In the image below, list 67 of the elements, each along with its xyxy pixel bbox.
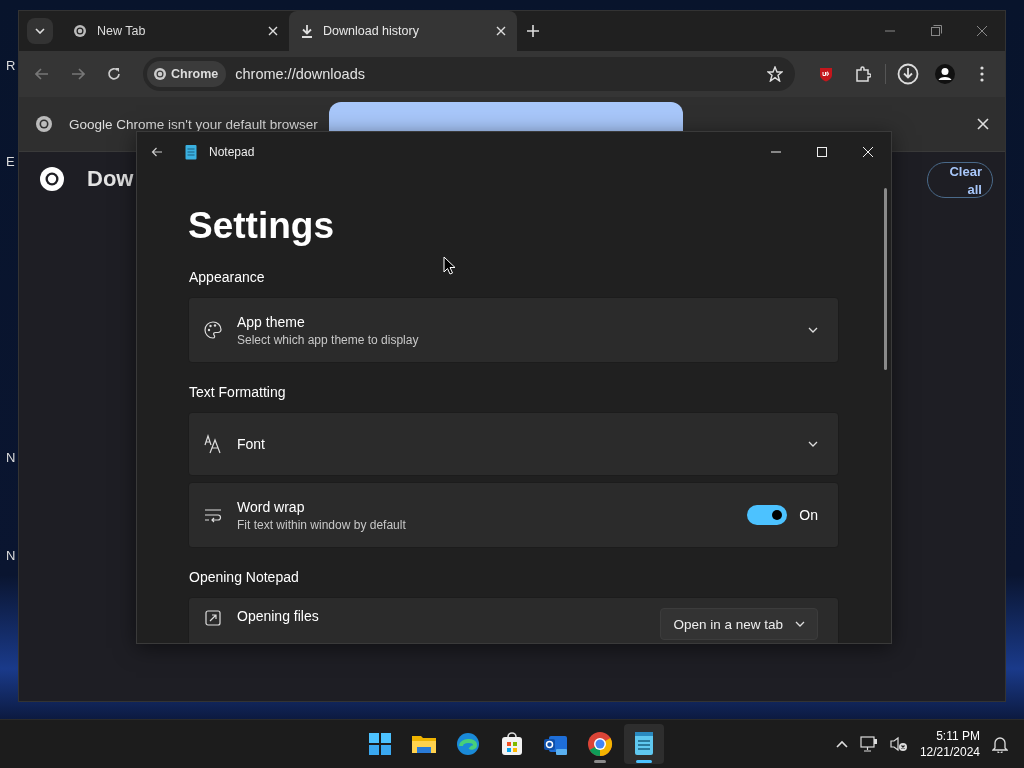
maximize-icon[interactable] — [816, 146, 828, 158]
back-icon[interactable] — [151, 147, 163, 157]
toggle-switch[interactable] — [747, 505, 788, 525]
forward-icon[interactable] — [71, 68, 85, 80]
edge-browser-icon[interactable] — [455, 731, 481, 757]
palette-icon — [203, 320, 223, 340]
shield-extension-icon[interactable] — [818, 66, 834, 82]
notepad-icon — [185, 144, 197, 160]
setting-label: Font — [237, 436, 266, 452]
network-icon[interactable] — [859, 736, 878, 752]
chrome-logo-icon — [39, 166, 65, 192]
toggle-state-label: On — [799, 507, 818, 523]
section-title: Text Formatting — [189, 384, 286, 400]
setting-label: App theme — [237, 313, 306, 330]
restore-icon[interactable] — [930, 25, 942, 37]
chrome-logo-icon — [153, 67, 167, 81]
chevron-up-icon[interactable] — [835, 740, 848, 748]
dropdown-field[interactable]: Open in a new tab — [660, 608, 818, 640]
puzzle-icon[interactable] — [855, 66, 871, 82]
scrollbar[interactable] — [884, 188, 887, 370]
menu-icon[interactable] — [980, 66, 984, 82]
address-text: chrome://downloads — [235, 66, 366, 82]
tab-search-button[interactable] — [27, 18, 53, 44]
section-title: Opening Notepad — [189, 569, 299, 585]
setting-card[interactable]: App theme Select which app theme to display — [188, 297, 839, 363]
store-bag-icon[interactable] — [499, 731, 525, 757]
setting-label: Word wrap — [237, 498, 306, 515]
star-icon[interactable] — [767, 66, 783, 82]
speaker-muted-icon[interactable] — [889, 736, 908, 752]
desktop-icon-label[interactable]: N — [6, 450, 16, 466]
caret-icon — [35, 28, 45, 34]
browser-tab[interactable]: New Tab — [61, 11, 289, 51]
setting-description: Fit text within window by default — [237, 517, 407, 532]
clock-time[interactable]: 5:11 PM — [936, 728, 980, 744]
chrome-logo-icon — [35, 115, 53, 133]
font-size-icon — [203, 434, 223, 454]
chevron-down-icon — [795, 621, 805, 627]
reload-icon[interactable] — [107, 67, 121, 81]
chrome-logo-icon[interactable] — [587, 731, 613, 757]
setting-card[interactable]: Font — [188, 412, 839, 476]
download-icon — [301, 24, 313, 38]
setting-description: Select which app theme to display — [237, 332, 420, 347]
infobar-message: Google Chrome isn't your default browser — [69, 116, 318, 132]
address-bar[interactable]: Chrome chrome://downloads — [143, 57, 795, 91]
desktop-icon-label[interactable]: E — [6, 154, 16, 170]
setting-card[interactable]: Opening files Open in a new tab — [188, 597, 839, 643]
chrome-logo-icon — [73, 24, 87, 38]
setting-label: Opening files — [237, 608, 320, 624]
chevron-down-icon[interactable] — [808, 327, 818, 333]
windows-start-icon[interactable] — [367, 731, 393, 757]
window-title: Notepad — [209, 145, 255, 159]
download-icon[interactable] — [897, 63, 919, 85]
clock-date[interactable]: 12/21/2024 — [919, 744, 980, 760]
browser-tab[interactable]: Download history — [289, 11, 517, 51]
page-title: Dow — [87, 166, 134, 192]
chevron-down-icon[interactable] — [808, 441, 818, 447]
page-heading: Settings — [188, 205, 335, 247]
desktop-icon-label[interactable]: N — [6, 548, 16, 564]
mouse-pointer-icon — [443, 256, 455, 275]
open-file-icon — [203, 608, 223, 628]
section-title: Appearance — [189, 269, 265, 285]
setting-card[interactable]: Word wrap Fit text within window by default On — [188, 482, 839, 548]
new-tab-icon[interactable] — [527, 25, 539, 37]
bell-icon[interactable] — [992, 735, 1008, 753]
site-chip[interactable]: Chrome — [147, 61, 227, 87]
desktop-icon-label[interactable]: R — [6, 58, 16, 74]
profile-icon[interactable] — [935, 64, 955, 84]
